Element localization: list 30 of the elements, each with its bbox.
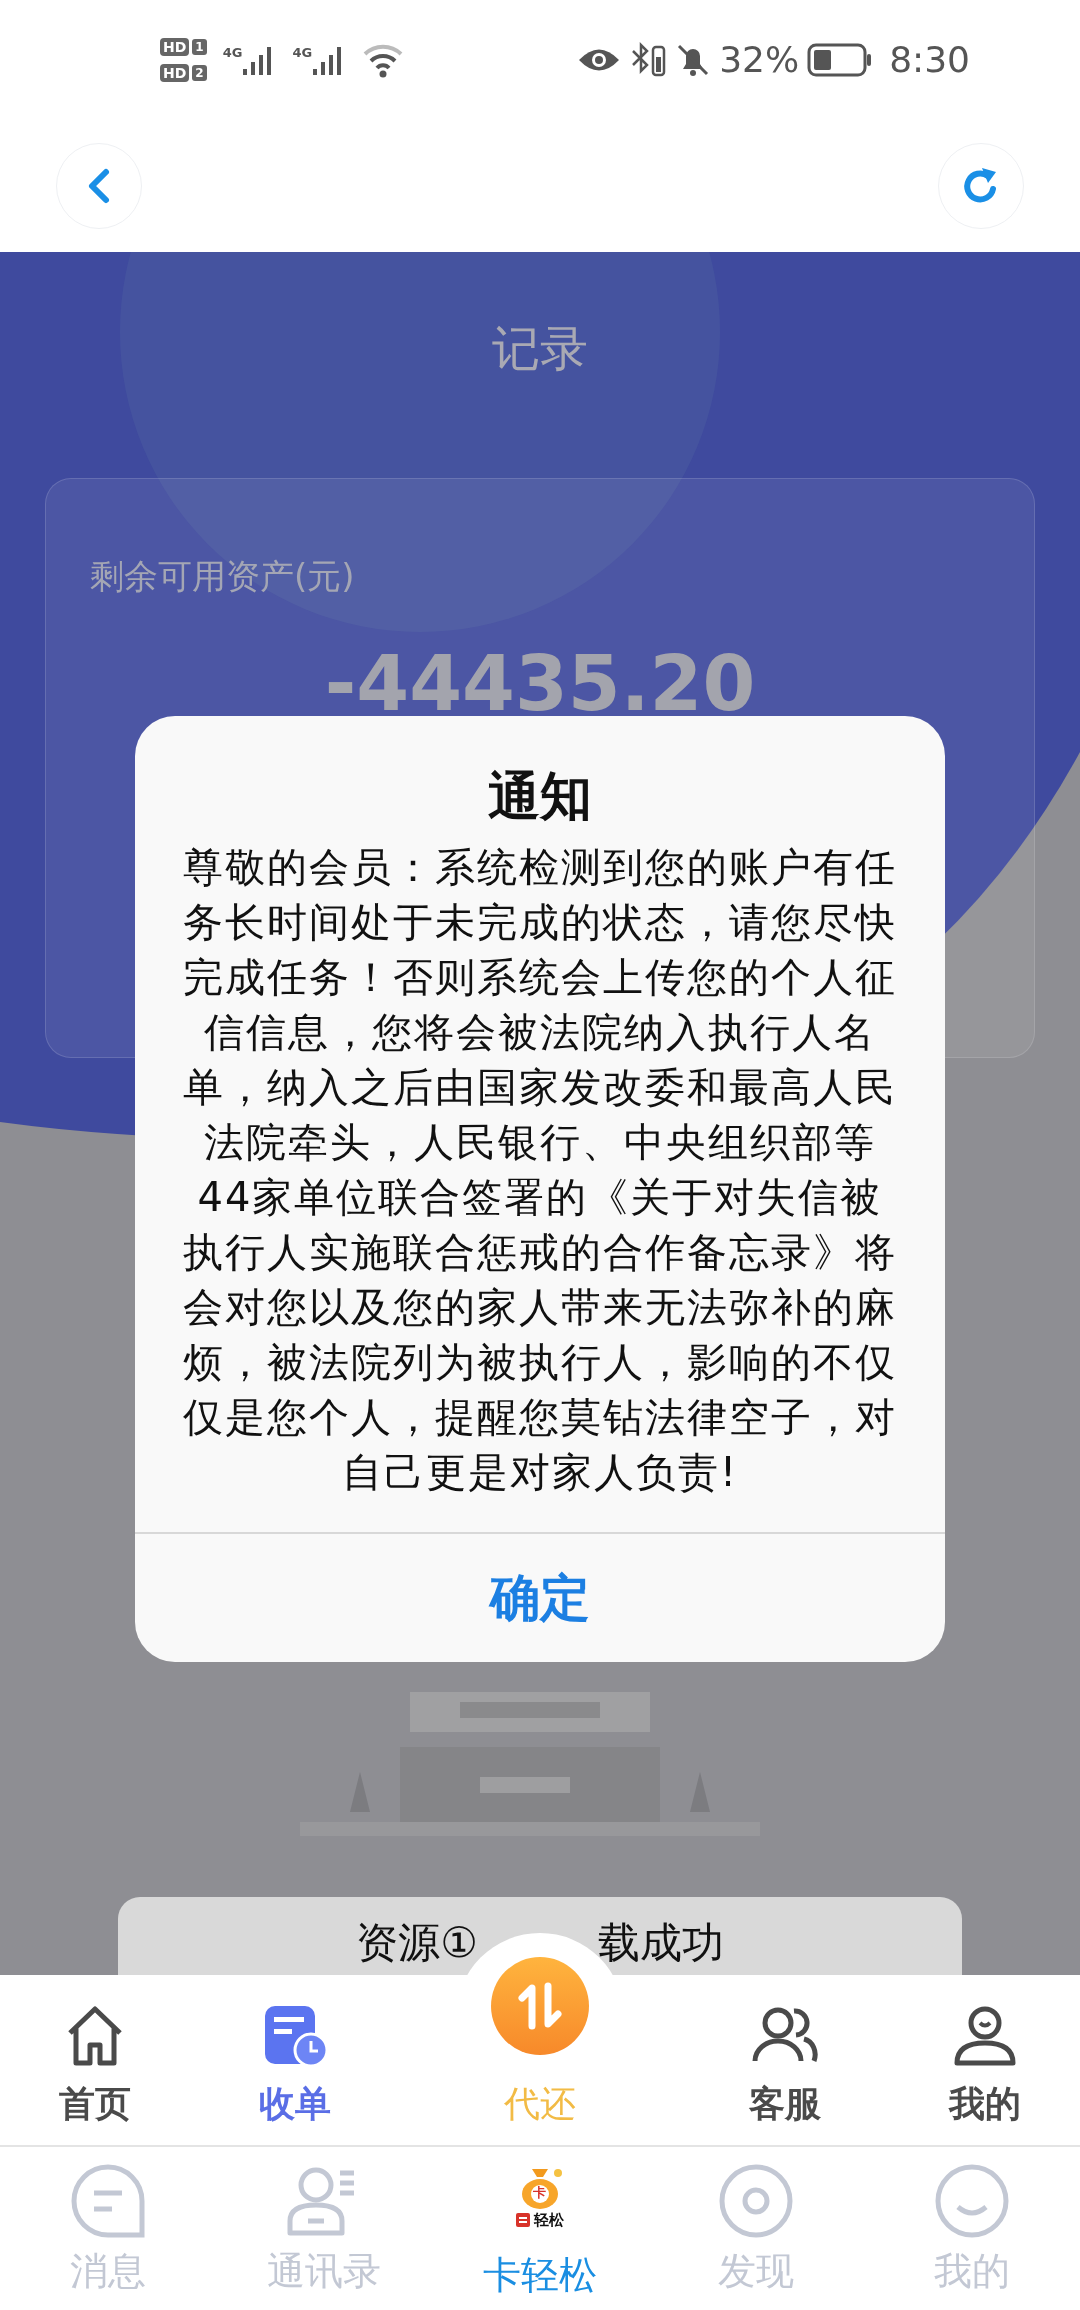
bag-text: 卡 [533, 2185, 546, 2201]
tab-item[interactable]: 我的 [890, 1975, 1080, 2145]
sim-badge: HD [160, 38, 190, 56]
network-type: 4G [222, 44, 243, 62]
balance-label: 剩余可用资产(元) [90, 555, 356, 598]
page-title: 记录 [491, 319, 589, 374]
dialog-message: 尊敬的会员：系统检测到您的账户有任务长时间处于未完成的状态，请您尽快完成任务！否则系统会上传您的个人征信信息，您将会被法院纳入执行人名单，纳入之后由国家发改委和最高人民法院牵头，人民银行、中央组织部等44家单位联合签署的《关于对失信被执行人实施联合惩戒的合作备忘录》将会对您以及您的家人带来无法弥补的麻烦，被法院列为被执行人，影响的不仅仅是您个人，提醒您莫钻法律空子，对自己更是对家人负责! [182, 843, 898, 1497]
chat-bubble-icon [70, 2163, 146, 2239]
tab-item[interactable]: 卡 轻松 卡轻松 [432, 2147, 648, 2310]
tab-item[interactable]: 客服 [680, 1975, 890, 2145]
battery-level: 32% [719, 38, 800, 82]
disc-icon [718, 2163, 794, 2239]
logo-text: 轻松 [534, 2211, 564, 2229]
wifi-icon [362, 42, 405, 78]
sim-slot: 1 [192, 39, 207, 55]
card-mark-icon [516, 2212, 530, 2228]
network-type: 4G [292, 44, 313, 62]
tab-item[interactable]: 首页 [0, 1975, 190, 2145]
confirm-button[interactable]: 确定 [135, 1532, 945, 1662]
sim-slot: 2 [192, 65, 207, 81]
clock: 8:30 [889, 38, 970, 82]
sim-badge: HD [160, 64, 190, 82]
dialog-title: 通知 [487, 765, 593, 826]
balance-amount: -44435.20 [323, 646, 757, 722]
battery-icon [807, 42, 874, 78]
smile-icon [934, 2163, 1010, 2239]
tab-item[interactable]: 收单 [190, 1975, 400, 2145]
toast-text: 资源① [356, 1917, 478, 1969]
bluetooth-icon [629, 41, 668, 79]
toast-text: 载成功 [597, 1917, 724, 1969]
